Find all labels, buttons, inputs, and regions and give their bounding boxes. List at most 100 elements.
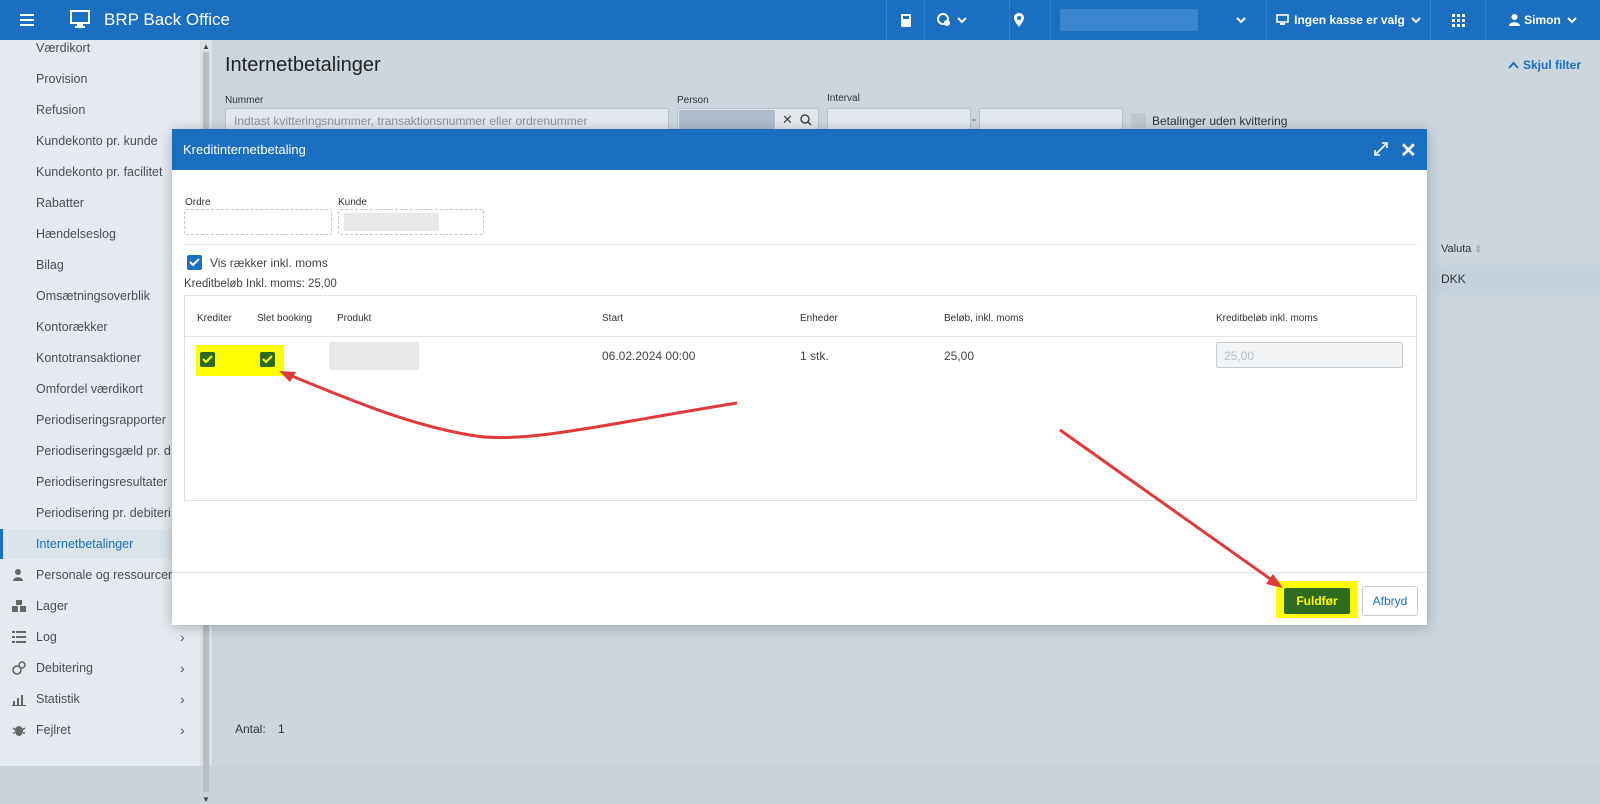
- start-cell: 06.02.2024 00:00: [602, 349, 696, 363]
- cancel-button[interactable]: Afbryd: [1362, 586, 1418, 616]
- sidebar-item-kontoraekker[interactable]: Kontorækker: [0, 312, 200, 342]
- cash-register-dropdown[interactable]: Ingen kasse er valg: [1266, 0, 1430, 40]
- search-icon[interactable]: [800, 114, 812, 126]
- sidebar: Værdikort Provision Refusion Kundekonto …: [0, 40, 200, 766]
- sidebar-item-refusion[interactable]: Refusion: [0, 95, 200, 125]
- no-receipt-checkbox[interactable]: [1131, 113, 1146, 128]
- sidebar-item-kontotransaktioner[interactable]: Kontotransaktioner: [0, 343, 200, 373]
- sidebar-item-kundekonto-kunde[interactable]: Kundekonto pr. kunde: [0, 126, 200, 156]
- dialog-title: Kreditinternetbetaling: [183, 142, 306, 157]
- person-value-redacted: [679, 110, 775, 130]
- kunde-label: Kunde: [338, 197, 367, 208]
- bar-chart-icon: [12, 695, 26, 706]
- chevron-up-icon: [1508, 61, 1519, 69]
- location-button[interactable]: [1000, 0, 1038, 40]
- checkmark-icon: [189, 258, 200, 267]
- sidebar-item-fejlret[interactable]: Fejlret ›: [0, 715, 200, 745]
- close-icon[interactable]: ✕: [1400, 138, 1417, 163]
- sidebar-item-omsaetningsoverblik[interactable]: Omsætningsoverblik: [0, 281, 200, 311]
- col-start: Start: [602, 313, 624, 324]
- col-beloeb: Beløb, inkl. moms: [944, 313, 1024, 324]
- sidebar-item-label: Rabatter: [36, 196, 84, 210]
- chevron-right-icon: ›: [180, 722, 185, 738]
- credit-amount-value: 25,00: [1224, 349, 1255, 363]
- nummer-placeholder: Indtast kvitteringsnummer, transaktionsn…: [234, 114, 588, 128]
- scroll-down-icon[interactable]: ▼: [202, 795, 210, 804]
- user-name: Simon: [1524, 13, 1561, 27]
- sidebar-item-bilag[interactable]: Bilag: [0, 250, 200, 280]
- monitor-icon: [70, 10, 90, 28]
- credit-amount-input[interactable]: 25,00: [1216, 342, 1403, 368]
- chevron-down-icon: [957, 17, 967, 24]
- sidebar-item-periodisering-debitering[interactable]: Periodisering pr. debiteri: [0, 498, 200, 528]
- checkmark-icon: [262, 355, 273, 364]
- slet-booking-checkbox[interactable]: [260, 352, 275, 367]
- valuta-header[interactable]: Valuta ⇕: [1441, 243, 1482, 255]
- chevron-down-icon: [1236, 17, 1246, 24]
- page-title: Internetbetalinger: [225, 54, 381, 76]
- valuta-cell: DKK: [1441, 272, 1466, 286]
- clear-icon[interactable]: ✕: [782, 112, 793, 128]
- person-label: Person: [677, 95, 709, 106]
- sidebar-item-rabatter[interactable]: Rabatter: [0, 188, 200, 218]
- sidebar-item-label: Lager: [36, 599, 68, 613]
- chevron-right-icon: ›: [180, 660, 185, 676]
- col-produkt: Produkt: [337, 313, 372, 324]
- checkmark-icon: [202, 355, 213, 364]
- header-divider: [185, 336, 1416, 337]
- sidebar-item-label: Hændelseslog: [36, 227, 116, 241]
- sidebar-item-statistik[interactable]: Statistik ›: [0, 684, 200, 714]
- user-menu[interactable]: Simon: [1485, 0, 1600, 40]
- sidebar-item-label: Periodisering pr. debiteri: [36, 506, 171, 520]
- product-value-redacted: [329, 342, 419, 370]
- credit-grid: Krediter Slet booking Produkt Start Enhe…: [184, 295, 1417, 501]
- sidebar-item-internetbetalinger[interactable]: Internetbetalinger: [0, 529, 200, 559]
- sidebar-item-log[interactable]: Log ›: [0, 622, 200, 652]
- apps-grid-icon: [1451, 13, 1465, 27]
- credit-dialog: Kreditinternetbetaling ✕ Ordre Kunde Vis…: [172, 129, 1427, 625]
- footer-divider: [172, 572, 1427, 573]
- sidebar-item-periodiseringsrapporter[interactable]: Periodiseringsrapporter: [0, 405, 200, 435]
- dialog-header: Kreditinternetbetaling ✕: [172, 129, 1427, 170]
- bug-icon: [12, 726, 26, 736]
- col-slet-booking: Slet booking: [257, 313, 313, 324]
- scroll-up-icon[interactable]: ▲: [202, 42, 210, 51]
- complete-button[interactable]: Fuldfør: [1284, 588, 1350, 614]
- expand-icon[interactable]: [1373, 141, 1389, 157]
- coins-icon: [12, 661, 26, 675]
- interval-label: Interval: [827, 93, 860, 104]
- show-vat-checkbox[interactable]: [187, 255, 202, 270]
- sidebar-item-lager[interactable]: Lager: [0, 591, 200, 621]
- sidebar-item-label: Bilag: [36, 258, 64, 272]
- calculator-button[interactable]: [886, 0, 924, 40]
- chevron-down-icon: [1411, 17, 1421, 24]
- cash-register-label: Ingen kasse er valg: [1294, 13, 1405, 27]
- sidebar-item-kundekonto-facilitet[interactable]: Kundekonto pr. facilitet: [0, 157, 200, 187]
- facility-dropdown[interactable]: [924, 0, 979, 40]
- no-receipt-label: Betalinger uden kvittering: [1152, 114, 1288, 128]
- apps-button[interactable]: [1430, 0, 1485, 40]
- count-value: 1: [278, 722, 285, 736]
- sidebar-item-label: Periodiseringsresultater: [36, 475, 168, 489]
- nummer-label: Nummer: [225, 95, 264, 106]
- krediter-checkbox[interactable]: [200, 352, 215, 367]
- sidebar-item-periodiseringsresultater[interactable]: Periodiseringsresultater: [0, 467, 200, 497]
- sidebar-item-provision[interactable]: Provision: [0, 64, 200, 94]
- sidebar-item-label: Kontorækker: [36, 320, 108, 334]
- divider: [184, 244, 1417, 245]
- monitor-icon: [1276, 14, 1289, 25]
- sidebar-item-personale[interactable]: Personale og ressourcer: [0, 560, 200, 590]
- interval-separator: -: [972, 112, 976, 126]
- hide-filter-button[interactable]: Skjul filter: [1508, 58, 1581, 72]
- sidebar-item-omfordel-vaerdikort[interactable]: Omfordel værdikort: [0, 374, 200, 404]
- menu-icon[interactable]: [20, 11, 34, 29]
- boxes-icon: [12, 600, 26, 612]
- ordre-field: [184, 209, 332, 235]
- sidebar-item-label: Kundekonto pr. kunde: [36, 134, 158, 148]
- app-title: BRP Back Office: [104, 10, 230, 29]
- sidebar-item-haendelseslog[interactable]: Hændelseslog: [0, 219, 200, 249]
- sidebar-item-vaerdikort[interactable]: Værdikort: [0, 40, 200, 63]
- sidebar-item-debitering[interactable]: Debitering ›: [0, 653, 200, 683]
- sidebar-item-periodiseringsgaeld[interactable]: Periodiseringsgæld pr. d: [0, 436, 200, 466]
- show-vat-label: Vis rækker inkl. moms: [210, 256, 328, 270]
